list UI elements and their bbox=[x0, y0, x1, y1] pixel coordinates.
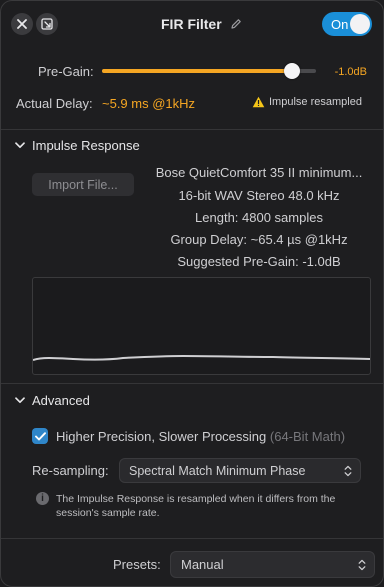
response-curve bbox=[32, 354, 371, 361]
chevron-down-icon bbox=[15, 142, 25, 149]
precision-checkbox[interactable] bbox=[32, 428, 48, 444]
actual-delay-value: ~5.9 ms @1kHz bbox=[102, 96, 196, 111]
window-title: FIR Filter bbox=[161, 16, 222, 32]
divider bbox=[1, 129, 383, 130]
close-button[interactable] bbox=[11, 13, 33, 35]
impulse-suggested-pregain: Suggested Pre-Gain: -1.0dB bbox=[177, 254, 341, 269]
chevron-updown-icon bbox=[358, 559, 366, 570]
slider-thumb[interactable] bbox=[284, 63, 301, 79]
info-icon: i bbox=[36, 492, 49, 505]
impulse-name: Bose QuietComfort 35 II minimum... bbox=[155, 165, 363, 180]
presets-select[interactable]: Manual bbox=[170, 551, 375, 578]
precision-checkbox-label[interactable]: Higher Precision, Slower Processing (64-… bbox=[56, 429, 345, 444]
pregain-slider[interactable] bbox=[102, 63, 316, 79]
impulse-length: Length: 4800 samples bbox=[195, 210, 323, 225]
title-bar: FIR Filter On bbox=[1, 1, 383, 47]
impulse-response-graph bbox=[32, 277, 371, 375]
warning-icon bbox=[252, 96, 265, 108]
resampling-label: Re-sampling: bbox=[32, 463, 109, 478]
presets-value: Manual bbox=[181, 557, 224, 572]
toggle-label: On bbox=[331, 17, 349, 32]
actual-delay-label: Actual Delay: bbox=[16, 96, 93, 111]
slider-fill bbox=[102, 69, 293, 73]
precision-label-hint: (64-Bit Math) bbox=[269, 429, 346, 444]
impulse-group-delay: Group Delay: ~65.4 µs @1kHz bbox=[170, 232, 348, 247]
fir-filter-panel: FIR Filter On Pre-Gain: -1.0dB Actual De… bbox=[0, 0, 384, 587]
impulse-section-toggle[interactable]: Impulse Response bbox=[15, 138, 140, 153]
pin-window-icon bbox=[41, 18, 53, 30]
impulse-format: 16-bit WAV Stereo 48.0 kHz bbox=[178, 188, 340, 203]
toggle-knob bbox=[350, 14, 370, 34]
resampling-value: Spectral Match Minimum Phase bbox=[129, 463, 306, 478]
import-file-button[interactable]: Import File... bbox=[32, 173, 134, 196]
resampling-select[interactable]: Spectral Match Minimum Phase bbox=[119, 458, 361, 483]
pregain-label: Pre-Gain: bbox=[38, 64, 94, 79]
title-group: FIR Filter bbox=[161, 16, 242, 32]
pencil-icon[interactable] bbox=[230, 18, 242, 30]
power-toggle[interactable]: On bbox=[322, 12, 372, 36]
advanced-section-toggle[interactable]: Advanced bbox=[15, 393, 90, 408]
divider bbox=[1, 383, 383, 384]
close-icon bbox=[17, 19, 27, 29]
divider bbox=[1, 538, 383, 539]
chevron-down-icon bbox=[15, 397, 25, 404]
precision-label-text: Higher Precision, Slower Processing bbox=[56, 429, 267, 444]
resample-note: The Impulse Response is resampled when i… bbox=[56, 493, 336, 519]
chevron-updown-icon bbox=[344, 465, 352, 476]
resample-warning: Impulse resampled bbox=[252, 96, 362, 108]
checkmark-icon bbox=[34, 431, 46, 440]
advanced-section-title: Advanced bbox=[32, 393, 90, 408]
warning-text: Impulse resampled bbox=[269, 96, 362, 108]
pregain-value: -1.0dB bbox=[334, 66, 367, 78]
impulse-section-title: Impulse Response bbox=[32, 138, 140, 153]
presets-label: Presets: bbox=[113, 557, 161, 572]
pin-window-button[interactable] bbox=[36, 13, 58, 35]
